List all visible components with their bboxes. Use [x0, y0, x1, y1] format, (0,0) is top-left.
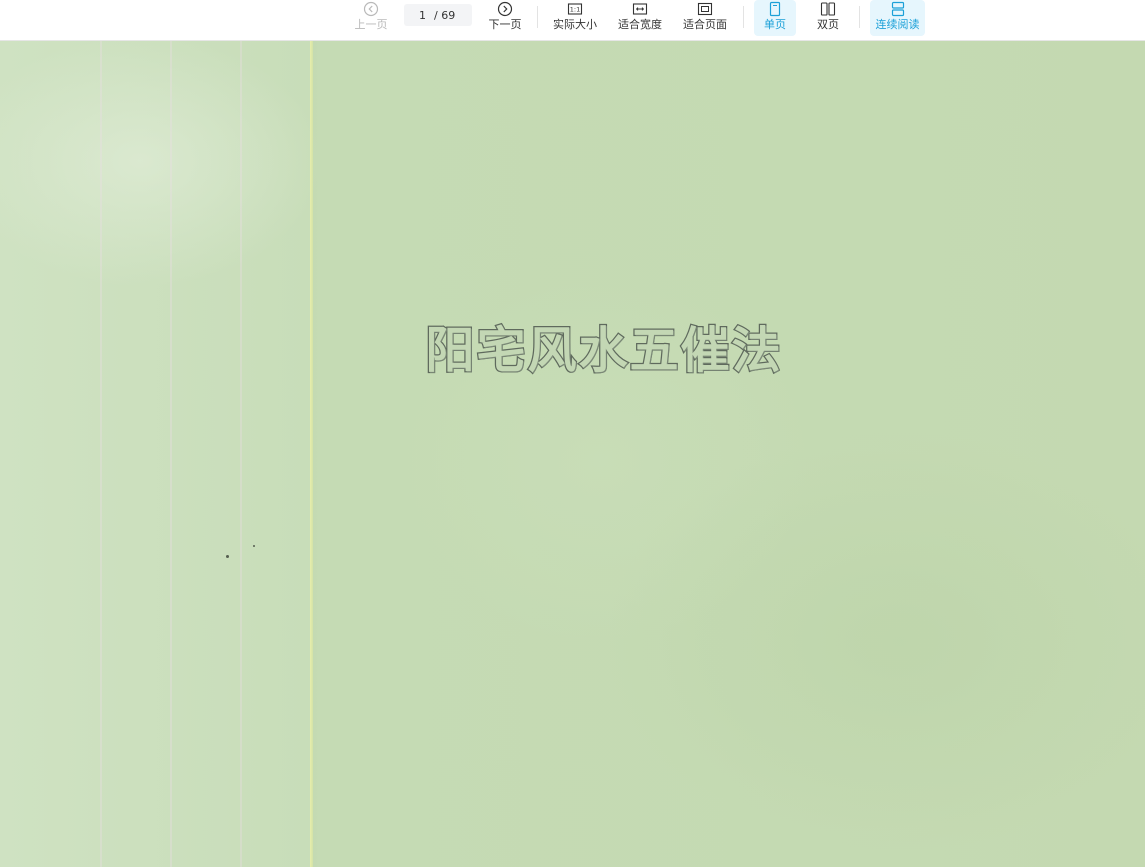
fit-width-icon — [632, 3, 648, 15]
continuous-reading-icon — [891, 1, 904, 17]
viewer-toolbar: 上一页 / 69 下一页 1:1 实际大小 适合宽度 适合页面 — [0, 0, 1145, 41]
page-texture-stripe — [240, 41, 242, 867]
svg-text:1:1: 1:1 — [570, 6, 580, 14]
continuous-reading-label: 连续阅读 — [875, 18, 920, 31]
fit-width-label: 适合宽度 — [618, 18, 662, 31]
page-speck — [253, 545, 255, 547]
double-page-button[interactable]: 双页 — [808, 0, 848, 36]
prev-page-label: 上一页 — [354, 18, 388, 31]
page-total: / 69 — [434, 8, 456, 22]
toolbar-divider — [743, 6, 744, 28]
actual-size-button[interactable]: 1:1 实际大小 — [550, 0, 600, 36]
double-page-label: 双页 — [817, 18, 839, 31]
prev-page-button[interactable]: 上一页 — [352, 0, 390, 36]
document-page: 阳宅风水五催法 — [0, 41, 1145, 867]
toolbar-divider — [537, 6, 538, 28]
single-page-icon — [769, 1, 781, 17]
page-number-box: / 69 — [404, 4, 472, 26]
fit-page-label: 适合页面 — [683, 18, 727, 31]
actual-size-label: 实际大小 — [553, 18, 597, 31]
actual-size-icon: 1:1 — [567, 3, 583, 15]
page-speck — [226, 555, 229, 558]
toolbar-divider — [859, 6, 860, 28]
single-page-label: 单页 — [764, 18, 786, 31]
double-page-icon — [820, 2, 836, 16]
page-texture-stripe — [100, 41, 102, 867]
next-page-label: 下一页 — [488, 18, 522, 31]
book-spine-line — [310, 41, 313, 867]
page-number-input[interactable] — [404, 8, 426, 22]
chevron-left-circle-icon — [363, 1, 379, 17]
fit-page-button[interactable]: 适合页面 — [680, 0, 730, 36]
single-page-button[interactable]: 单页 — [754, 0, 796, 36]
cover-title: 阳宅风水五催法 — [424, 321, 783, 381]
continuous-reading-button[interactable]: 连续阅读 — [870, 0, 925, 36]
document-viewer[interactable]: 阳宅风水五催法 — [0, 41, 1145, 867]
next-page-button[interactable]: 下一页 — [486, 0, 524, 36]
chevron-right-circle-icon — [497, 1, 513, 17]
fit-page-icon — [697, 2, 713, 16]
fit-width-button[interactable]: 适合宽度 — [615, 0, 665, 36]
page-texture-stripe — [170, 41, 172, 867]
